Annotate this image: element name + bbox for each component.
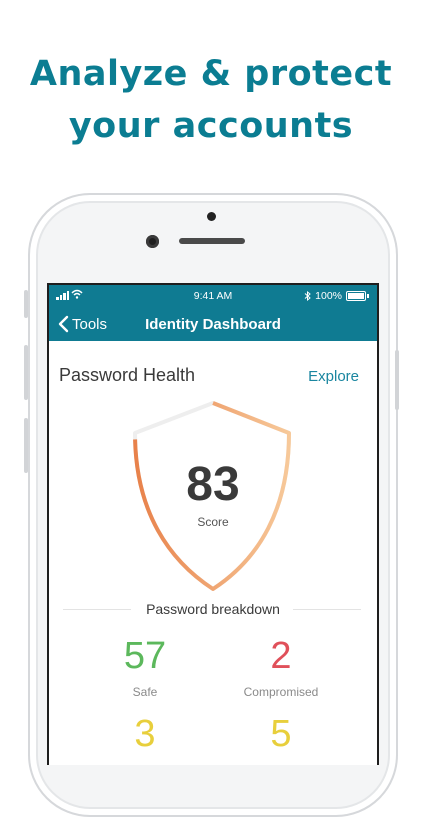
phone-volume-up: [24, 345, 28, 400]
stat-compromised-value[interactable]: 2: [221, 635, 341, 678]
stat-safe-value[interactable]: 57: [85, 635, 205, 678]
status-right: 100%: [304, 290, 369, 302]
marketing-headline: Analyze & protect your accounts: [0, 48, 422, 152]
bluetooth-icon: [304, 291, 311, 301]
headline-line-2: your accounts: [68, 106, 354, 146]
explore-link[interactable]: Explore: [308, 368, 359, 385]
battery-tip: [367, 294, 369, 298]
stat-compromised-label: Compromised: [243, 685, 319, 699]
app-screen: 9:41 AM 100% Tools Identity Dashboard Pa…: [47, 283, 379, 765]
breakdown-title: Password breakdown: [146, 601, 280, 617]
phone-mute-switch: [24, 290, 28, 318]
front-camera: [146, 235, 159, 248]
phone-power-button: [395, 350, 399, 410]
battery-percent: 100%: [315, 290, 342, 302]
headline-line-1: Analyze & protect: [29, 54, 393, 94]
status-bar: 9:41 AM 100%: [49, 285, 377, 305]
nav-row: Tools Identity Dashboard: [49, 307, 377, 341]
earpiece-speaker: [179, 238, 245, 244]
stat-safe-label: Safe: [132, 685, 158, 699]
proximity-sensor: [207, 212, 216, 221]
card-title: Password Health: [59, 365, 196, 385]
battery-icon: [346, 291, 366, 301]
phone-volume-down: [24, 418, 28, 473]
nav-title: Identity Dashboard: [145, 316, 281, 333]
score-label: Score: [197, 515, 229, 529]
navigation-bar: 9:41 AM 100% Tools Identity Dashboard: [49, 285, 377, 341]
score-value: 83: [186, 458, 240, 511]
